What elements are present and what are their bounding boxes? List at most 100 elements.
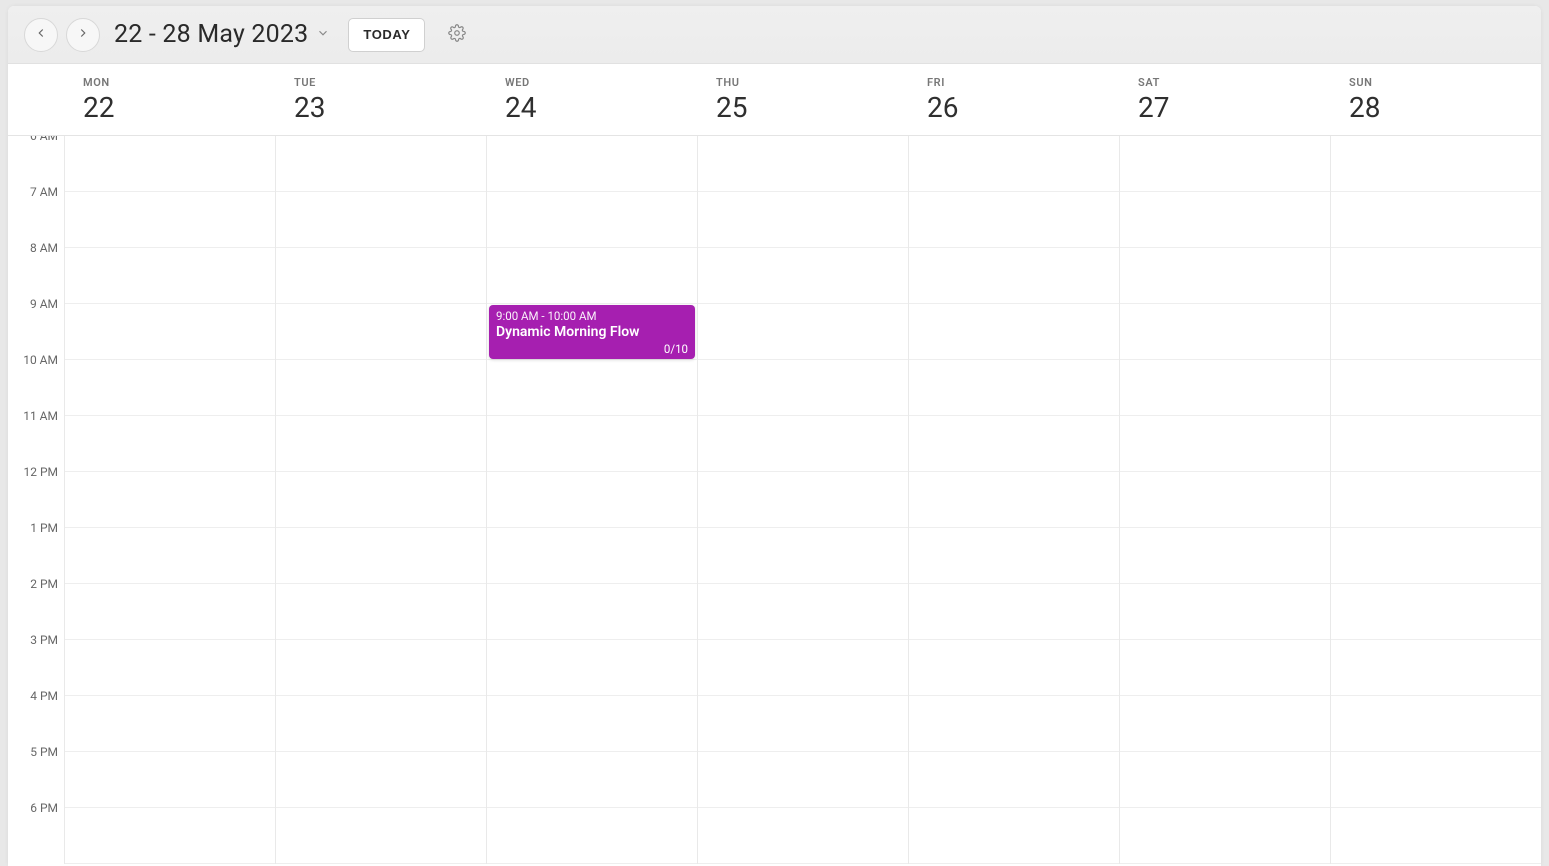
- hour-cell[interactable]: [909, 416, 1119, 472]
- today-button[interactable]: TODAY: [348, 18, 425, 52]
- hour-cell[interactable]: [698, 528, 908, 584]
- hour-cell[interactable]: [487, 752, 697, 808]
- day-column[interactable]: [64, 136, 275, 864]
- hour-cell[interactable]: [1331, 808, 1541, 864]
- hour-cell[interactable]: [698, 416, 908, 472]
- hour-cell[interactable]: [909, 752, 1119, 808]
- hour-cell[interactable]: [65, 136, 275, 192]
- hour-cell[interactable]: [65, 640, 275, 696]
- hour-cell[interactable]: [909, 640, 1119, 696]
- hour-cell[interactable]: [1120, 528, 1330, 584]
- hour-cell[interactable]: [65, 752, 275, 808]
- hour-cell[interactable]: [487, 808, 697, 864]
- hour-cell[interactable]: [909, 584, 1119, 640]
- hour-cell[interactable]: [1331, 528, 1541, 584]
- hour-cell[interactable]: [1331, 416, 1541, 472]
- day-column[interactable]: [1119, 136, 1330, 864]
- hour-cell[interactable]: [487, 248, 697, 304]
- hour-cell[interactable]: [1120, 304, 1330, 360]
- hour-cell[interactable]: [65, 192, 275, 248]
- hour-cell[interactable]: [65, 304, 275, 360]
- hour-cell[interactable]: [1120, 808, 1330, 864]
- hour-cell[interactable]: [698, 248, 908, 304]
- hour-cell[interactable]: [276, 192, 486, 248]
- hour-cell[interactable]: [1120, 472, 1330, 528]
- hour-cell[interactable]: [1331, 192, 1541, 248]
- settings-button[interactable]: [443, 21, 471, 49]
- date-range-picker[interactable]: 22 - 28 May 2023: [114, 20, 330, 49]
- hour-cell[interactable]: [1331, 752, 1541, 808]
- hour-cell[interactable]: [276, 752, 486, 808]
- hour-cell[interactable]: [1331, 696, 1541, 752]
- hour-cell[interactable]: [487, 360, 697, 416]
- hour-cell[interactable]: [909, 808, 1119, 864]
- hour-cell[interactable]: [487, 640, 697, 696]
- hour-cell[interactable]: [1120, 696, 1330, 752]
- hour-cell[interactable]: [65, 472, 275, 528]
- hour-cell[interactable]: [1331, 304, 1541, 360]
- day-column[interactable]: [697, 136, 908, 864]
- hour-cell[interactable]: [1120, 584, 1330, 640]
- hour-cell[interactable]: [909, 360, 1119, 416]
- hour-cell[interactable]: [1120, 136, 1330, 192]
- hour-cell[interactable]: [276, 360, 486, 416]
- hour-cell[interactable]: [698, 808, 908, 864]
- hour-cell[interactable]: [1331, 136, 1541, 192]
- hour-cell[interactable]: [698, 472, 908, 528]
- calendar-event[interactable]: 9:00 AM - 10:00 AMDynamic Morning Flow0/…: [489, 305, 695, 359]
- hour-cell[interactable]: [909, 528, 1119, 584]
- hour-cell[interactable]: [1120, 360, 1330, 416]
- hour-cell[interactable]: [698, 696, 908, 752]
- hour-cell[interactable]: [909, 136, 1119, 192]
- hour-cell[interactable]: [487, 472, 697, 528]
- hour-cell[interactable]: [1331, 472, 1541, 528]
- hour-cell[interactable]: [65, 696, 275, 752]
- hour-cell[interactable]: [276, 584, 486, 640]
- hour-cell[interactable]: [909, 192, 1119, 248]
- hour-cell[interactable]: [65, 528, 275, 584]
- hour-cell[interactable]: [276, 416, 486, 472]
- hour-cell[interactable]: [1331, 584, 1541, 640]
- hour-cell[interactable]: [909, 696, 1119, 752]
- hour-cell[interactable]: [65, 360, 275, 416]
- day-header[interactable]: FRI 26: [908, 64, 1119, 135]
- hour-cell[interactable]: [909, 248, 1119, 304]
- hour-cell[interactable]: [65, 584, 275, 640]
- hour-cell[interactable]: [487, 416, 697, 472]
- day-column[interactable]: 9:00 AM - 10:00 AMDynamic Morning Flow0/…: [486, 136, 697, 864]
- day-header[interactable]: MON 22: [64, 64, 275, 135]
- hour-cell[interactable]: [1120, 416, 1330, 472]
- hour-cell[interactable]: [698, 136, 908, 192]
- calendar-grid-scroll[interactable]: 6 AM7 AM8 AM9 AM10 AM11 AM12 PM1 PM2 PM3…: [8, 136, 1541, 866]
- hour-cell[interactable]: [1331, 360, 1541, 416]
- hour-cell[interactable]: [1331, 640, 1541, 696]
- day-header[interactable]: SAT 27: [1119, 64, 1330, 135]
- hour-cell[interactable]: [698, 584, 908, 640]
- hour-cell[interactable]: [909, 472, 1119, 528]
- day-header[interactable]: TUE 23: [275, 64, 486, 135]
- hour-cell[interactable]: [1331, 248, 1541, 304]
- hour-cell[interactable]: [1120, 752, 1330, 808]
- hour-cell[interactable]: [1120, 192, 1330, 248]
- hour-cell[interactable]: [698, 192, 908, 248]
- prev-week-button[interactable]: [24, 18, 58, 52]
- hour-cell[interactable]: [487, 528, 697, 584]
- hour-cell[interactable]: [487, 584, 697, 640]
- hour-cell[interactable]: [487, 696, 697, 752]
- hour-cell[interactable]: [276, 696, 486, 752]
- hour-cell[interactable]: [65, 808, 275, 864]
- next-week-button[interactable]: [66, 18, 100, 52]
- hour-cell[interactable]: [276, 528, 486, 584]
- day-header[interactable]: WED 24: [486, 64, 697, 135]
- hour-cell[interactable]: [65, 416, 275, 472]
- hour-cell[interactable]: [276, 248, 486, 304]
- hour-cell[interactable]: [276, 808, 486, 864]
- day-column[interactable]: [275, 136, 486, 864]
- hour-cell[interactable]: [698, 304, 908, 360]
- hour-cell[interactable]: [698, 640, 908, 696]
- day-header[interactable]: THU 25: [697, 64, 908, 135]
- hour-cell[interactable]: [276, 136, 486, 192]
- hour-cell[interactable]: [276, 640, 486, 696]
- hour-cell[interactable]: [1120, 640, 1330, 696]
- hour-cell[interactable]: [65, 248, 275, 304]
